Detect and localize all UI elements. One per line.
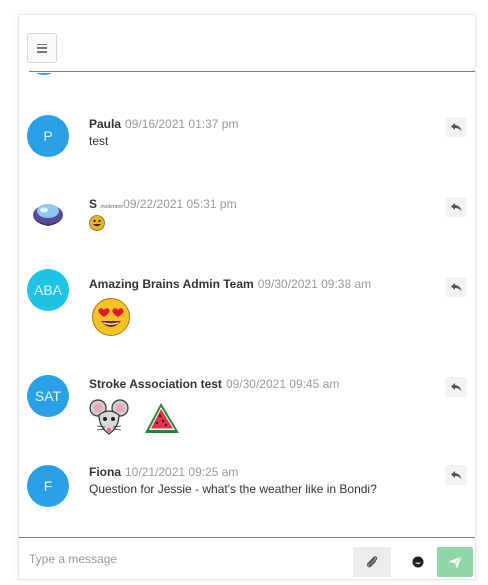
paperclip-icon: [367, 556, 378, 568]
chat-panel: P Paula 09/16/2021 01:37 pm test S moder…: [18, 14, 476, 580]
watermelon-emoji: [145, 403, 179, 433]
message-author: S: [89, 197, 98, 211]
avatar: [27, 73, 61, 75]
reply-button[interactable]: [445, 377, 467, 397]
attach-button[interactable]: [353, 547, 391, 577]
emoji-button[interactable]: [403, 547, 433, 577]
message-timestamp: 09/30/2021 09:38 am: [257, 277, 372, 291]
avatar: [27, 191, 69, 233]
send-button[interactable]: [437, 547, 473, 577]
reply-icon: [450, 470, 461, 479]
message-header: Stroke Association test 09/30/2021 09:45 …: [89, 377, 339, 391]
message-header: Fiona 10/21/2021 09:25 am: [89, 465, 238, 479]
message-header: Amazing Brains Admin Team 09/30/2021 09:3…: [89, 277, 371, 291]
header-divider: [29, 71, 475, 72]
reply-button[interactable]: [445, 277, 467, 297]
message-author: Fiona: [89, 465, 121, 479]
message-text: test: [89, 134, 109, 148]
avatar: P: [27, 115, 69, 157]
menu-button[interactable]: [27, 33, 57, 63]
reply-button[interactable]: [445, 117, 467, 137]
mouse-face-emoji: [89, 399, 129, 435]
message-header: Paula 09/16/2021 01:37 pm: [89, 117, 238, 131]
message-timestamp: 09/30/2021 09:45 am: [225, 377, 340, 391]
avatar: F: [27, 465, 69, 507]
avatar-image: [33, 204, 63, 226]
message-list[interactable]: P Paula 09/16/2021 01:37 pm test S moder…: [19, 73, 475, 538]
message-timestamp: 09/22/2021 05:31 pm: [123, 197, 237, 211]
avatar: SAT: [27, 375, 69, 417]
send-icon: [448, 555, 462, 568]
message-timestamp: 10/21/2021 09:25 am: [125, 465, 239, 479]
message-author: Stroke Association test: [89, 377, 222, 391]
message-text: Question for Jessie - what's the weather…: [89, 482, 377, 496]
message-author: Amazing Brains Admin Team: [89, 277, 254, 291]
message-timestamp: 09/16/2021 01:37 pm: [125, 117, 239, 131]
hamburger-menu-icon: [37, 43, 47, 53]
reply-button[interactable]: [445, 197, 467, 217]
message-author: Paula: [89, 117, 122, 131]
reply-icon: [450, 382, 461, 391]
role-badge: moderator: [100, 204, 124, 210]
reply-icon: [450, 282, 461, 291]
emoji-icon: [412, 556, 424, 568]
message-composer: [19, 537, 475, 579]
message-input[interactable]: [29, 546, 329, 572]
message-header: S moderator09/22/2021 05:31 pm: [89, 197, 237, 211]
reply-icon: [450, 202, 461, 211]
avatar: ABA: [27, 269, 69, 311]
chat-header: [19, 15, 475, 73]
heart-eyes-emoji: [92, 298, 130, 336]
reply-button[interactable]: [445, 465, 467, 485]
grinning-face-emoji: [89, 215, 105, 231]
reply-icon: [450, 122, 461, 131]
